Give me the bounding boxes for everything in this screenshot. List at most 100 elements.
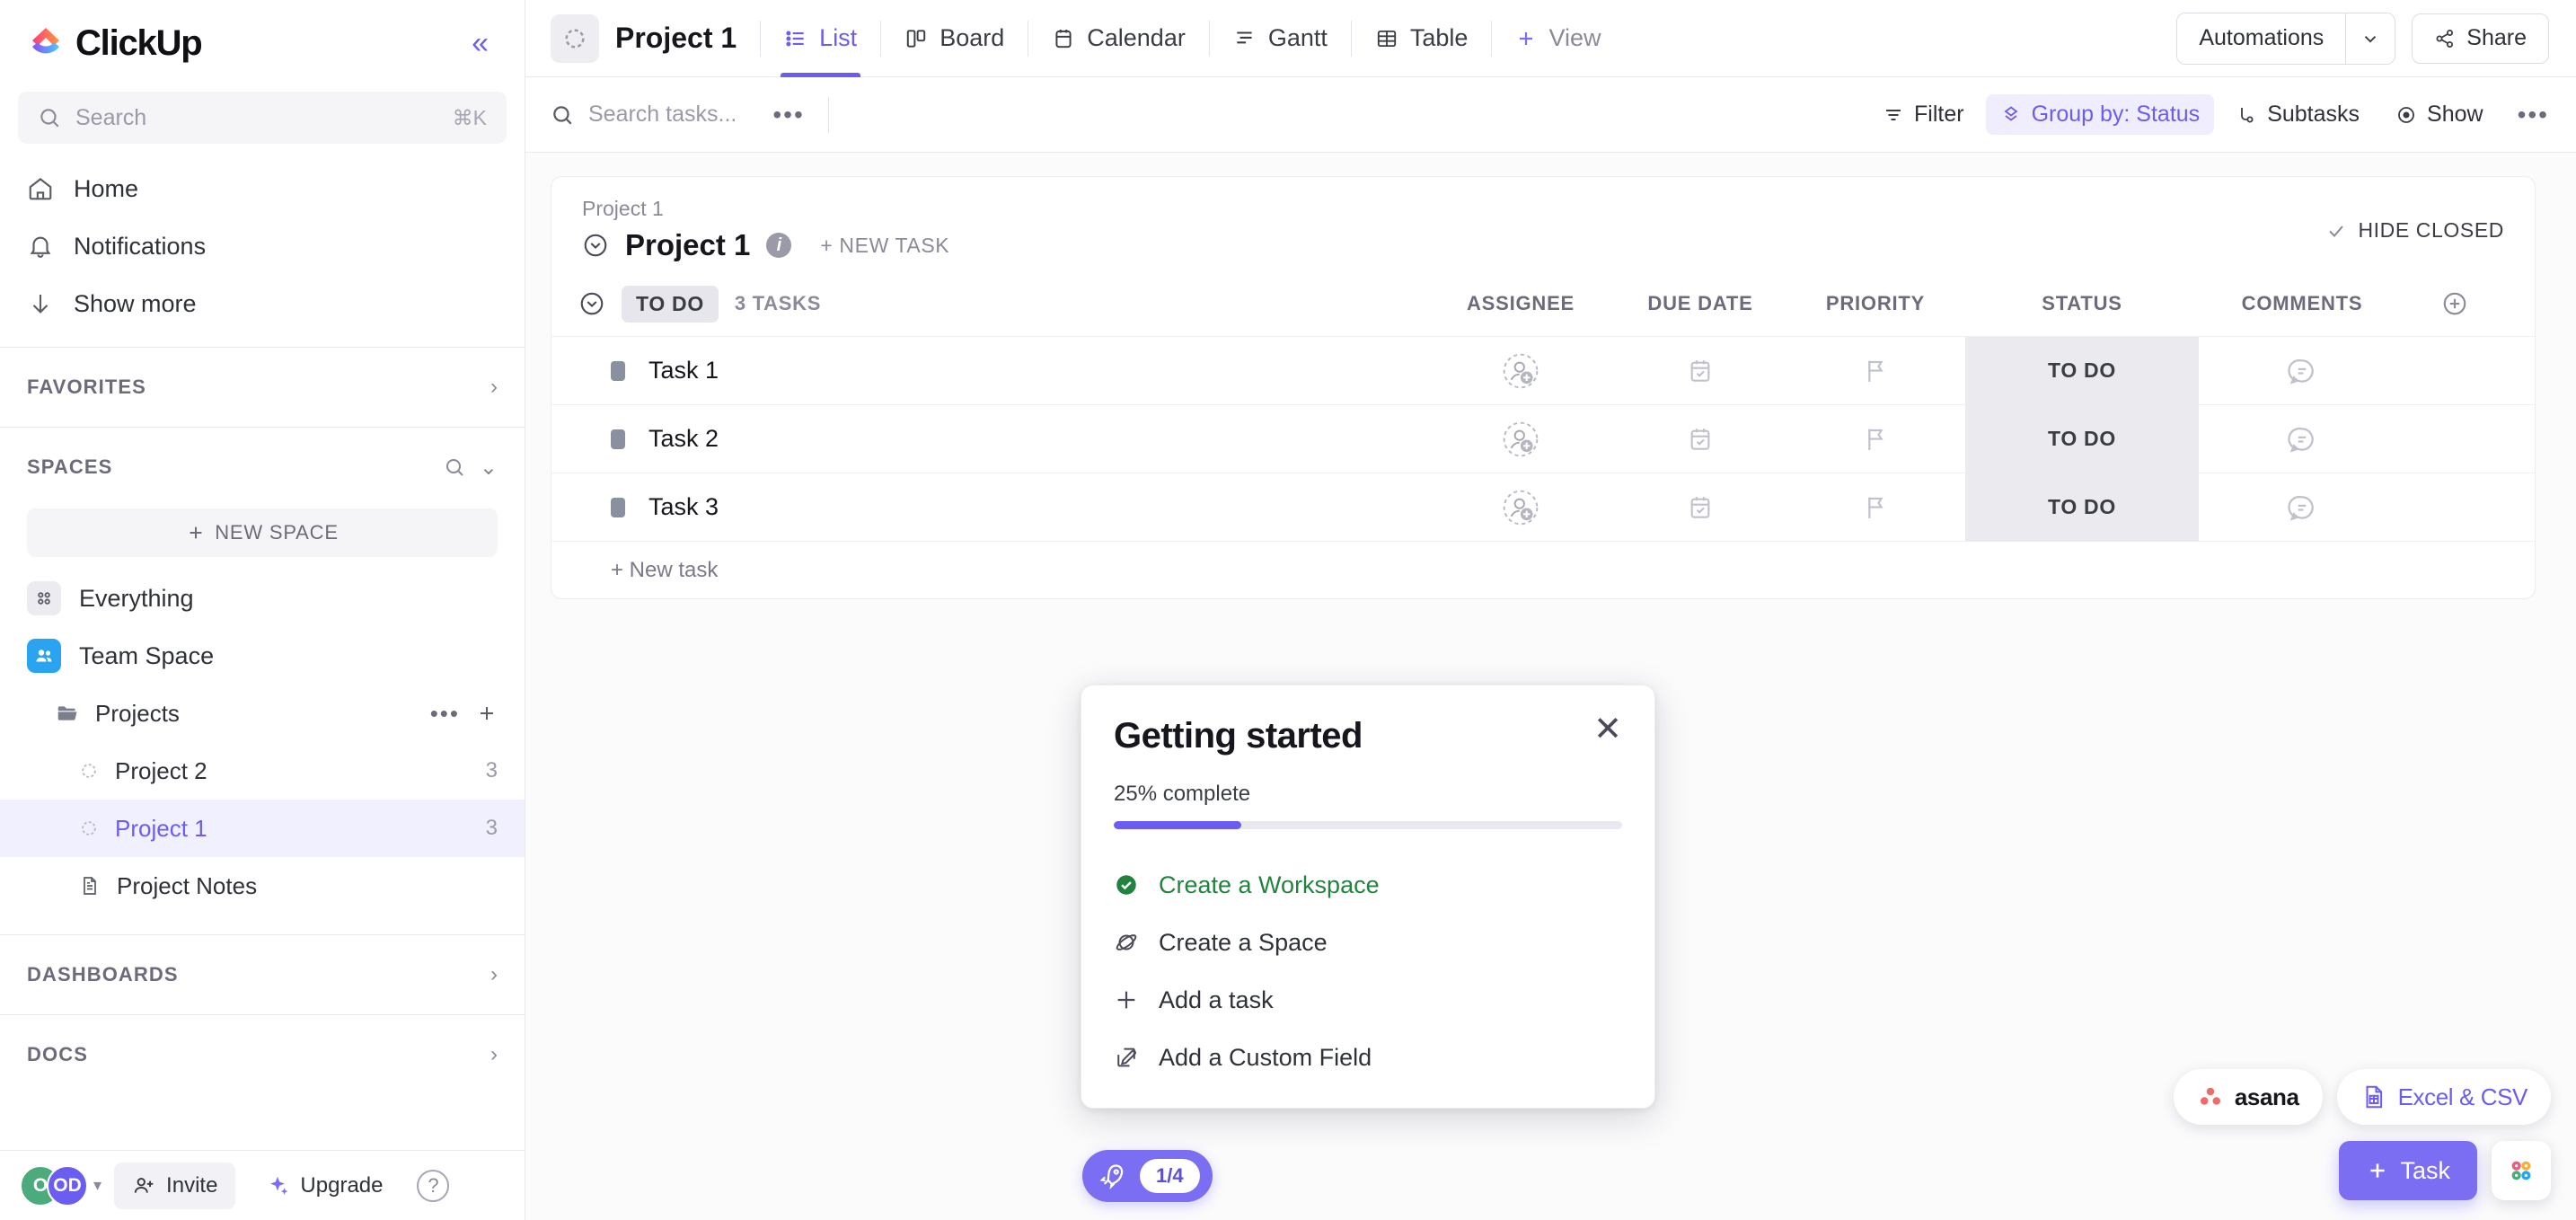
import-asana-chip[interactable]: asana: [2174, 1069, 2323, 1125]
column-headers: ASSIGNEE DUE DATE PRIORITY STATUS COMMEN…: [1426, 290, 2504, 317]
task-name[interactable]: Task 2: [648, 425, 719, 453]
hide-closed-label: HIDE CLOSED: [2358, 218, 2504, 243]
status-cell[interactable]: TO DO: [1965, 337, 2199, 405]
ellipsis-icon[interactable]: •••: [772, 101, 804, 129]
sidebar-item-team-space[interactable]: Team Space: [0, 627, 525, 685]
table-row[interactable]: Task 3: [551, 473, 2535, 541]
list-title: Project 1: [625, 228, 750, 262]
hide-closed-toggle[interactable]: HIDE CLOSED: [2325, 197, 2504, 243]
comments-cell[interactable]: [2199, 337, 2405, 405]
search-input[interactable]: Search ⌘K: [18, 92, 507, 144]
add-column-button[interactable]: [2405, 290, 2504, 317]
status-cell[interactable]: TO DO: [1965, 473, 2199, 542]
tab-list[interactable]: List: [761, 0, 880, 77]
column-header-comments[interactable]: COMMENTS: [2199, 292, 2405, 315]
plus-icon: [186, 523, 206, 543]
onboarding-rocket-button[interactable]: 1/4: [1082, 1150, 1213, 1202]
tab-board[interactable]: Board: [881, 0, 1028, 77]
priority-cell[interactable]: [1786, 337, 1965, 405]
automations-caret-icon[interactable]: [2345, 13, 2395, 64]
breadcrumb[interactable]: Project 1: [582, 197, 949, 221]
table-row[interactable]: Task 1: [551, 336, 2535, 404]
help-icon[interactable]: ?: [417, 1170, 449, 1202]
checklist-item-create-space[interactable]: Create a Space: [1081, 914, 1654, 971]
info-icon[interactable]: i: [766, 233, 791, 258]
subtasks-button[interactable]: Subtasks: [2221, 94, 2374, 135]
spaces-section-header[interactable]: SPACES ⌄: [0, 433, 525, 501]
sidebar-item-home[interactable]: Home: [0, 160, 525, 217]
chevron-down-icon[interactable]: ⌄: [480, 455, 498, 481]
ellipsis-icon[interactable]: •••: [430, 700, 460, 728]
status-badge[interactable]: TO DO: [622, 286, 719, 323]
show-label: Show: [2427, 102, 2483, 128]
brand-name: ClickUp: [75, 23, 202, 64]
checklist-item-create-workspace[interactable]: Create a Workspace: [1081, 856, 1654, 914]
plus-icon[interactable]: [476, 703, 498, 724]
close-icon[interactable]: ✕: [1593, 716, 1622, 743]
chevron-down-circle-icon[interactable]: [578, 290, 605, 317]
automations-button[interactable]: Automations: [2177, 13, 2345, 64]
favorites-section-header[interactable]: FAVORITES ›: [0, 353, 525, 421]
priority-cell[interactable]: [1786, 473, 1965, 542]
group-by-button[interactable]: Group by: Status: [1986, 94, 2215, 135]
priority-cell[interactable]: [1786, 405, 1965, 473]
new-task-link[interactable]: + NEW TASK: [820, 234, 949, 258]
table-row[interactable]: Task 2: [551, 404, 2535, 473]
share-button[interactable]: Share: [2412, 13, 2549, 64]
new-space-button[interactable]: NEW SPACE: [27, 508, 498, 557]
sidebar-item-everything[interactable]: Everything: [0, 570, 525, 627]
dashboards-section-header[interactable]: DASHBOARDS ›: [0, 941, 525, 1009]
progress-fill: [1114, 821, 1241, 829]
tab-calendar[interactable]: Calendar: [1028, 0, 1209, 77]
tab-label: Table: [1410, 24, 1469, 52]
task-name[interactable]: Task 3: [648, 493, 719, 521]
invite-button[interactable]: Invite: [114, 1163, 235, 1209]
avatar-group[interactable]: O OD ▾: [20, 1165, 101, 1207]
checklist-item-add-custom-field[interactable]: Add a Custom Field: [1081, 1029, 1654, 1086]
comments-cell[interactable]: [2199, 473, 2405, 542]
due-date-cell[interactable]: [1615, 473, 1786, 542]
sidebar-folder-projects[interactable]: Projects •••: [0, 685, 525, 742]
column-header-due-date[interactable]: DUE DATE: [1615, 292, 1786, 315]
column-header-priority[interactable]: PRIORITY: [1786, 292, 1965, 315]
collapse-sidebar-icon[interactable]: «: [463, 22, 498, 64]
tab-table[interactable]: Table: [1352, 0, 1492, 77]
tab-gantt[interactable]: Gantt: [1210, 0, 1351, 77]
assignee-cell[interactable]: [1426, 473, 1615, 542]
column-header-status[interactable]: STATUS: [1965, 292, 2199, 315]
assignee-cell[interactable]: [1426, 405, 1615, 473]
sidebar-list-project-1[interactable]: Project 1 3: [0, 800, 525, 857]
ellipsis-icon[interactable]: •••: [2518, 101, 2549, 129]
show-button[interactable]: Show: [2381, 94, 2498, 135]
search-icon[interactable]: [444, 456, 465, 478]
due-date-cell[interactable]: [1615, 337, 1786, 405]
add-view-button[interactable]: View: [1492, 0, 1624, 77]
sidebar-list-project-2[interactable]: Project 2 3: [0, 742, 525, 800]
chevron-down-circle-icon[interactable]: [582, 232, 609, 259]
due-date-cell[interactable]: [1615, 405, 1786, 473]
sidebar: ClickUp « Search ⌘K Home: [0, 0, 525, 1220]
task-name[interactable]: Task 1: [648, 357, 719, 385]
assignee-cell[interactable]: [1426, 337, 1615, 405]
add-new-task-row[interactable]: + New task: [551, 541, 2535, 598]
checklist-item-add-task[interactable]: Add a task: [1081, 971, 1654, 1029]
column-header-assignee[interactable]: ASSIGNEE: [1426, 292, 1615, 315]
upgrade-button[interactable]: Upgrade: [248, 1163, 401, 1209]
planet-icon: [1114, 930, 1139, 955]
apps-grid-button[interactable]: [2492, 1141, 2551, 1200]
sidebar-item-notifications[interactable]: Notifications: [0, 217, 525, 275]
sidebar-doc-project-notes[interactable]: Project Notes: [0, 857, 525, 915]
comments-cell[interactable]: [2199, 405, 2405, 473]
sub-toolbar: Search tasks... ••• Filter: [525, 77, 2576, 153]
chevron-down-icon[interactable]: ▾: [93, 1176, 101, 1195]
import-excel-csv-chip[interactable]: Excel & CSV: [2337, 1069, 2551, 1125]
filter-button[interactable]: Filter: [1868, 94, 1979, 135]
create-task-button[interactable]: Task: [2339, 1141, 2477, 1200]
brand-logo[interactable]: ClickUp: [25, 22, 202, 64]
status-cell[interactable]: TO DO: [1965, 405, 2199, 473]
docs-section-header[interactable]: DOCS ›: [0, 1021, 525, 1089]
sidebar-item-show-more[interactable]: Show more: [0, 275, 525, 332]
folder-label: Projects: [95, 700, 414, 728]
tab-label: Calendar: [1087, 24, 1186, 52]
search-tasks-input[interactable]: Search tasks...: [551, 102, 737, 128]
